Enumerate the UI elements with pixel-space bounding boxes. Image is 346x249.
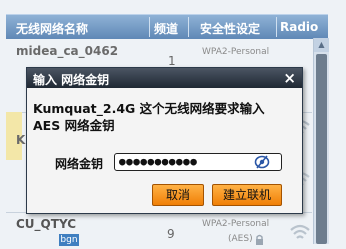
scroll-up-icon[interactable]: ▲ [314, 38, 329, 52]
network-security-cipher: (AES) [228, 234, 253, 244]
dialog-title: 输入 网络金钥 [33, 73, 110, 87]
network-security: WPA2-Personal [202, 47, 270, 57]
lock-icon [256, 234, 263, 245]
close-icon[interactable]: × [283, 69, 296, 87]
network-key-label: 网络金钥 [55, 157, 104, 171]
network-ssid: midea_ca_0462 [16, 44, 119, 58]
cancel-button[interactable]: 取消 [152, 184, 204, 206]
list-scrollbar[interactable]: ▲ [313, 38, 329, 244]
show-password-icon[interactable] [254, 155, 270, 169]
network-security: WPA2-Personal [202, 219, 270, 229]
network-channel: 1 [168, 54, 176, 68]
network-key-dialog: 输入 网络金钥 × Kumquat_2.4G 这个无线网络要求输入 AES 网络… [26, 67, 303, 214]
header-radio[interactable]: Radio [280, 20, 318, 34]
network-row[interactable]: CU_QTYC bgn 9 WPA2-Personal (AES) [6, 213, 312, 249]
wifi-signal-icon [290, 224, 310, 239]
header-security[interactable]: 安全性设定 [200, 20, 260, 37]
table-header: 无线网络名称 频道 安全性设定 Radio [6, 14, 328, 39]
connect-button[interactable]: 建立联机 [212, 184, 282, 206]
dialog-title-bar[interactable]: 输入 网络金钥 × [27, 68, 302, 88]
header-channel[interactable]: 频道 [154, 20, 178, 37]
network-ssid: CU_QTYC [16, 217, 77, 231]
dialog-message: Kumquat_2.4G 这个无线网络要求输入 AES 网络金钥 [33, 101, 265, 133]
scroll-thumb[interactable] [316, 54, 327, 244]
network-mode-badge: bgn [59, 234, 79, 246]
network-channel: 9 [167, 227, 175, 241]
header-ssid[interactable]: 无线网络名称 [16, 20, 88, 37]
